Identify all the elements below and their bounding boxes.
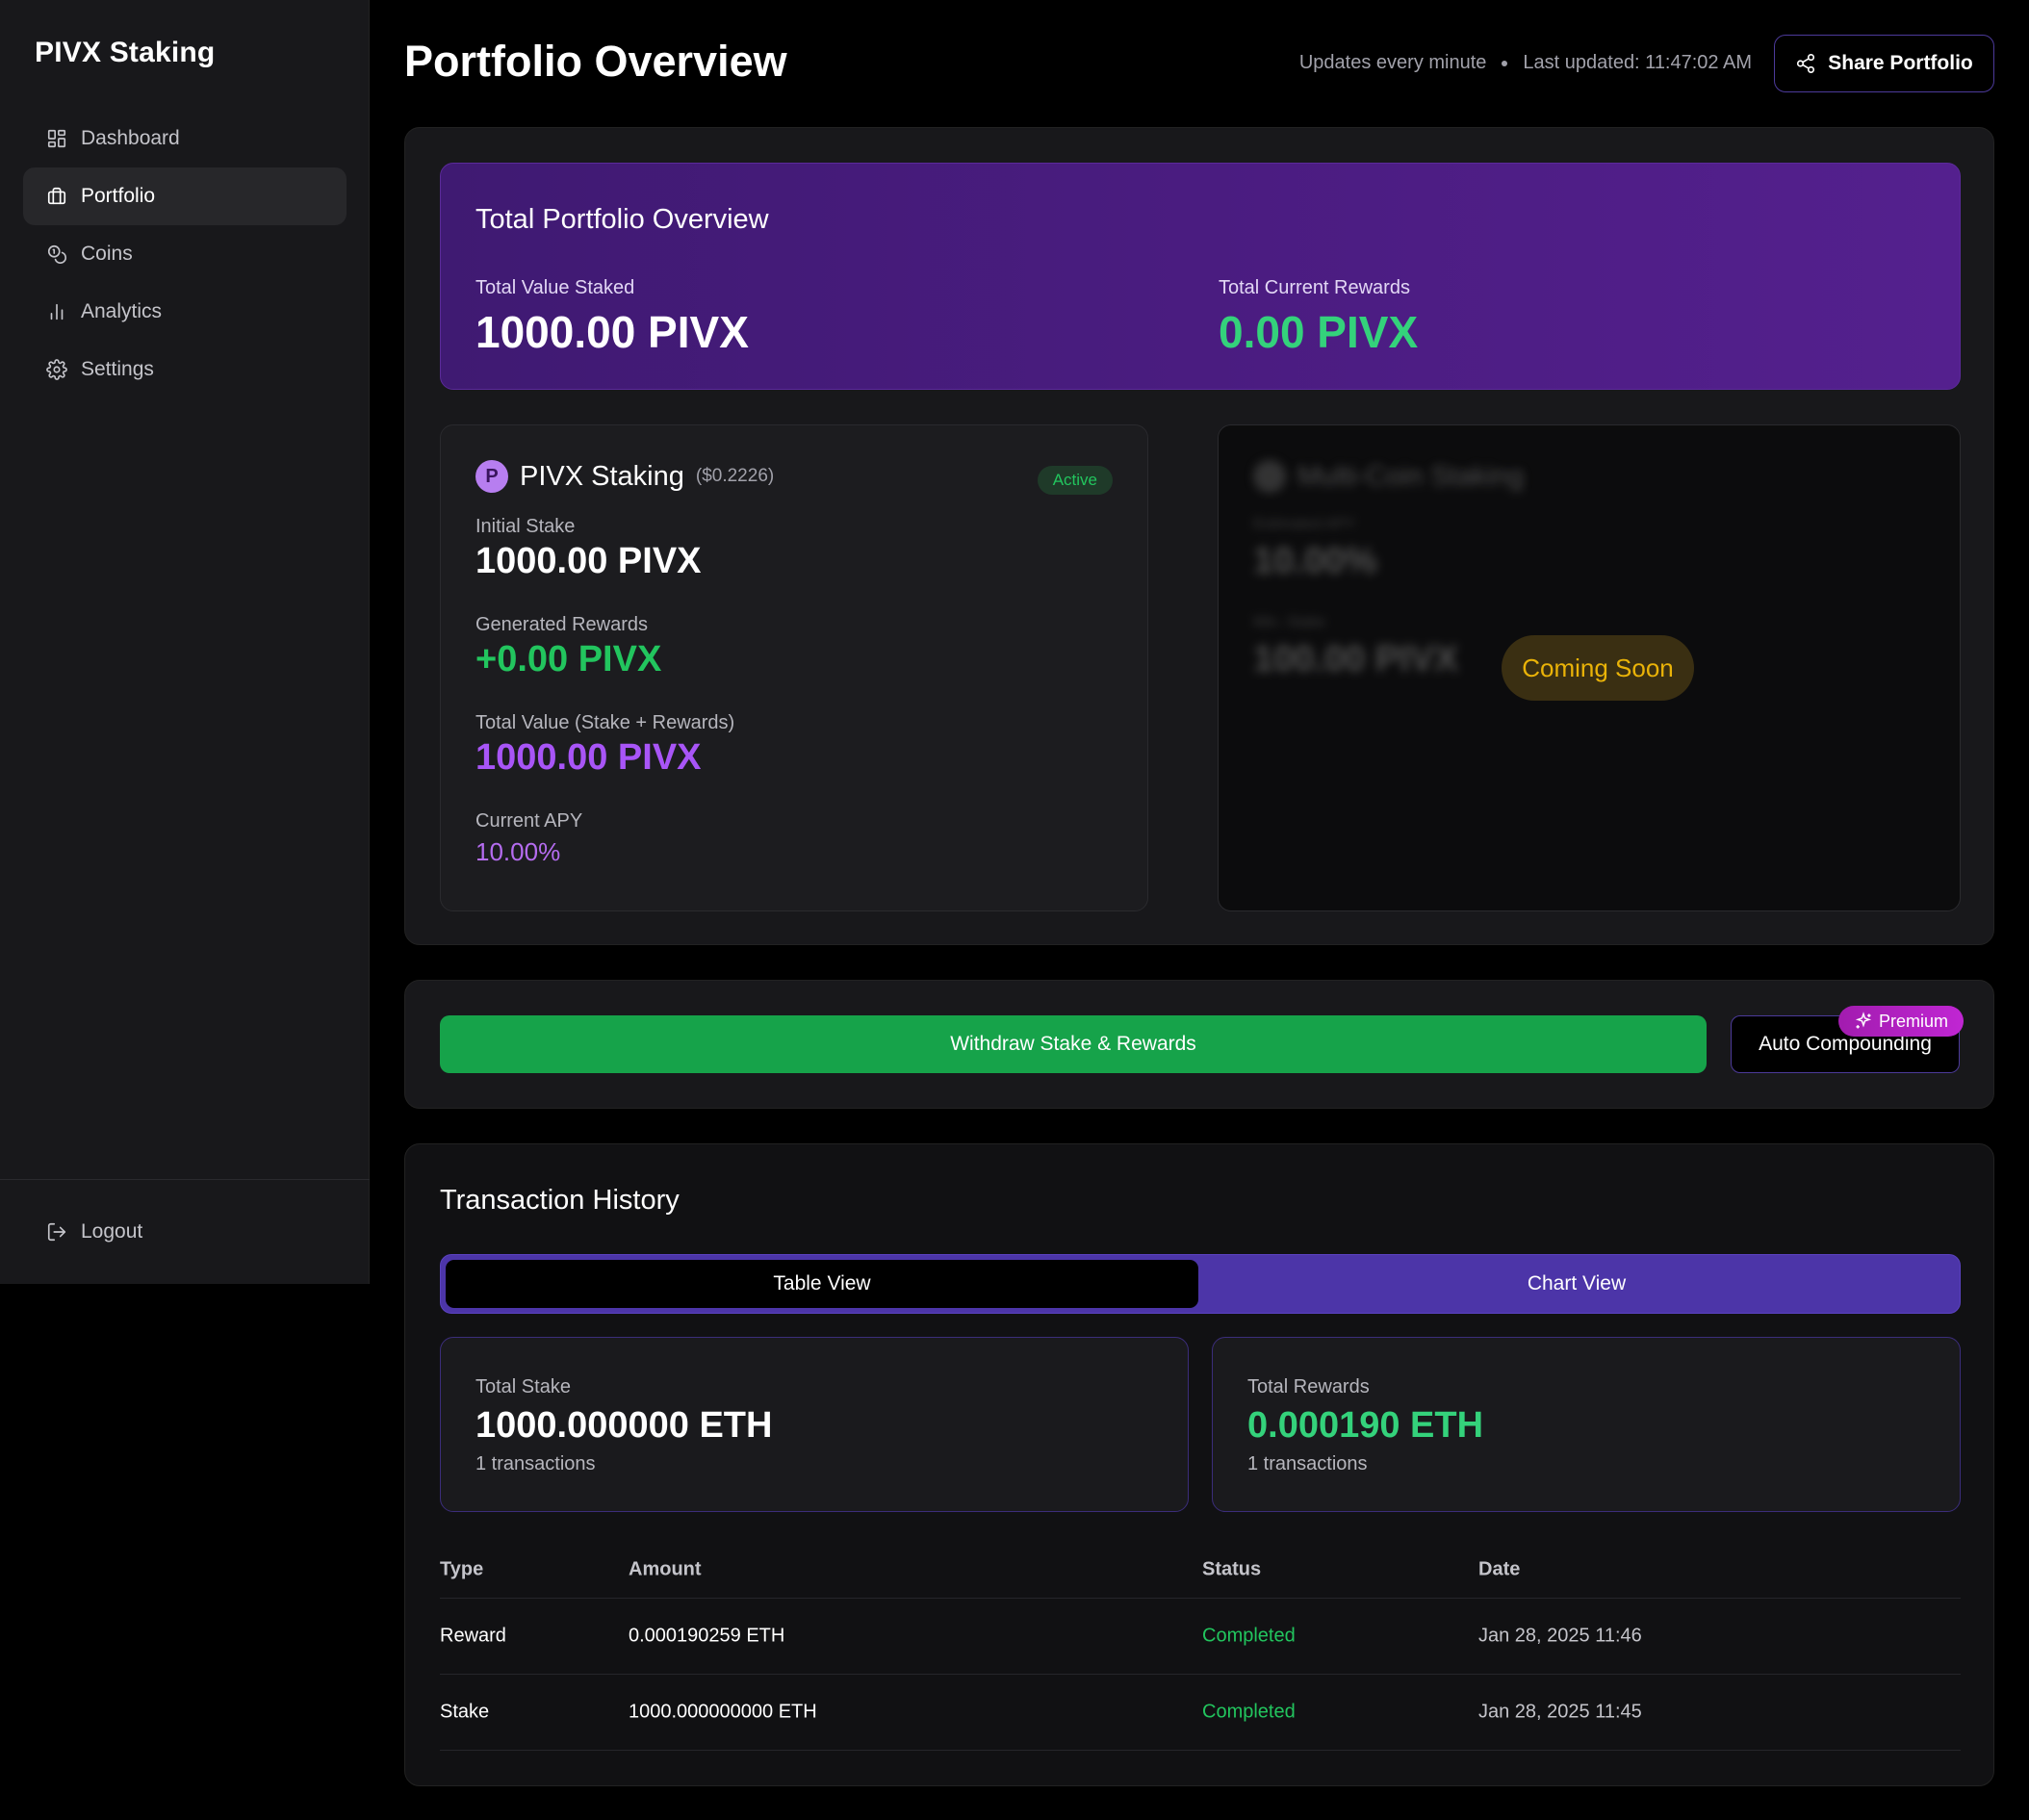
page-title: Portfolio Overview (404, 37, 787, 86)
tx-type: Reward (440, 1625, 506, 1647)
tx-amount: 0.000190259 ETH (629, 1625, 785, 1647)
generated-rewards-label: Generated Rewards (475, 614, 648, 635)
initial-stake-label: Initial Stake (475, 516, 576, 537)
table-row: Stake 1000.000000000 ETH Completed Jan 2… (440, 1675, 1961, 1751)
portfolio-panel: Total Portfolio Overview Total Value Sta… (404, 127, 1994, 945)
min-stake-value: 100.00 PIVX (1253, 639, 1459, 679)
tx-type: Stake (440, 1701, 490, 1723)
multi-coin-title: Multi-Coin Staking (1297, 460, 1525, 492)
withdraw-button[interactable]: Withdraw Stake & Rewards (440, 1015, 1707, 1073)
summary-label: Total Rewards (1247, 1376, 1370, 1397)
last-updated: Last updated: 11:47:02 AM (1523, 52, 1752, 73)
pivx-staking-card: P PIVX Staking ($0.2226) Active Initial … (440, 424, 1148, 911)
column-header: Amount (629, 1558, 702, 1579)
summary-value: 0.000190 ETH (1247, 1405, 1484, 1446)
transaction-history-panel: Transaction History Table View Chart Vie… (404, 1143, 1994, 1786)
sidebar: PIVX Staking Dashboard Portfolio Coins A… (0, 0, 370, 1284)
pivx-price: ($0.2226) (695, 466, 775, 486)
total-rewards-summary: Total Rewards 0.000190 ETH 1 transaction… (1212, 1337, 1961, 1512)
tx-status: Completed (1202, 1625, 1296, 1647)
min-stake-label: Min. Stake (1253, 614, 1326, 630)
generated-rewards-value: +0.00 PIVX (475, 639, 662, 679)
update-frequency: Updates every minute (1298, 52, 1487, 73)
coming-soon-badge: Coming Soon (1502, 635, 1694, 701)
coins-icon (46, 244, 67, 265)
sparkles-icon (1855, 1012, 1872, 1029)
sidebar-item-label: Settings (81, 358, 154, 380)
total-value-label: Total Value (Stake + Rewards) (475, 712, 735, 733)
tx-date: Jan 28, 2025 11:46 (1478, 1625, 1642, 1647)
total-value-value: 1000.00 PIVX (475, 737, 702, 778)
sidebar-nav: Dashboard Portfolio Coins Analytics Sett… (23, 110, 347, 398)
sidebar-item-label: Analytics (81, 300, 163, 322)
sidebar-item-label: Coins (81, 243, 133, 265)
gear-icon (46, 359, 67, 380)
estimated-apy-label: Estimated APY (1253, 516, 1356, 532)
coin-icon (1253, 460, 1286, 493)
current-apy-value: 10.00% (475, 837, 561, 866)
sidebar-item-analytics[interactable]: Analytics (23, 283, 347, 341)
total-stake-summary: Total Stake 1000.000000 ETH 1 transactio… (440, 1337, 1189, 1512)
logout-label: Logout (81, 1220, 143, 1243)
share-icon (1797, 54, 1815, 73)
overview-title: Total Portfolio Overview (475, 204, 769, 235)
tab-chart-view[interactable]: Chart View (1198, 1260, 1955, 1308)
current-apy-label: Current APY (475, 810, 583, 832)
transaction-history-title: Transaction History (440, 1185, 680, 1216)
tab-table-view[interactable]: Table View (446, 1260, 1198, 1308)
brand-title: PIVX Staking (35, 37, 216, 68)
sidebar-item-label: Portfolio (81, 185, 156, 207)
tx-date: Jan 28, 2025 11:45 (1478, 1701, 1642, 1723)
premium-label: Premium (1879, 1011, 1949, 1031)
total-rewards-label: Total Current Rewards (1219, 277, 1410, 298)
column-header: Date (1478, 1558, 1521, 1579)
sidebar-item-dashboard[interactable]: Dashboard (23, 110, 347, 167)
summary-label: Total Stake (475, 1376, 571, 1397)
initial-stake-value: 1000.00 PIVX (475, 541, 702, 581)
pivx-logo-icon: P (475, 460, 508, 493)
multi-coin-staking-card: Multi-Coin Staking Estimated APY 10.00% … (1218, 424, 1961, 911)
logout-icon (46, 1221, 67, 1243)
table-header: Type Amount Status Date (440, 1541, 1961, 1599)
share-portfolio-button[interactable]: Share Portfolio (1774, 35, 1994, 92)
share-label: Share Portfolio (1828, 52, 1973, 74)
sidebar-divider (0, 1179, 370, 1180)
column-header: Status (1202, 1558, 1262, 1579)
summary-value: 1000.000000 ETH (475, 1405, 773, 1446)
sidebar-item-coins[interactable]: Coins (23, 225, 347, 283)
tx-amount: 1000.000000000 ETH (629, 1701, 817, 1723)
sidebar-item-label: Dashboard (81, 127, 180, 149)
briefcase-icon (46, 186, 67, 207)
total-staked-label: Total Value Staked (475, 277, 635, 298)
table-row: Reward 0.000190259 ETH Completed Jan 28,… (440, 1599, 1961, 1675)
tx-status: Completed (1202, 1701, 1296, 1723)
estimated-apy-value: 10.00% (1253, 541, 1377, 581)
summary-count: 1 transactions (1247, 1453, 1368, 1474)
sidebar-item-settings[interactable]: Settings (23, 341, 347, 398)
bar-chart-icon (46, 301, 67, 322)
status-badge: Active (1037, 466, 1113, 495)
total-rewards-value: 0.00 PIVX (1219, 307, 1419, 357)
dashboard-icon (46, 128, 67, 149)
premium-badge: Premium (1838, 1006, 1965, 1037)
summary-count: 1 transactions (475, 1453, 596, 1474)
view-tabs: Table View Chart View (440, 1254, 1961, 1314)
column-header: Type (440, 1558, 484, 1579)
sidebar-item-portfolio[interactable]: Portfolio (23, 167, 347, 225)
logout-button[interactable]: Logout (23, 1203, 347, 1261)
total-staked-value: 1000.00 PIVX (475, 307, 749, 357)
actions-panel: Withdraw Stake & Rewards Auto Compoundin… (404, 980, 1994, 1109)
update-status: Updates every minute Last updated: 11:47… (1299, 52, 1752, 74)
total-portfolio-card: Total Portfolio Overview Total Value Sta… (440, 163, 1961, 390)
pivx-card-title: PIVX Staking (520, 460, 684, 492)
transaction-table: Type Amount Status Date Reward 0.0001902… (440, 1541, 1961, 1751)
separator-dot (1502, 60, 1508, 66)
